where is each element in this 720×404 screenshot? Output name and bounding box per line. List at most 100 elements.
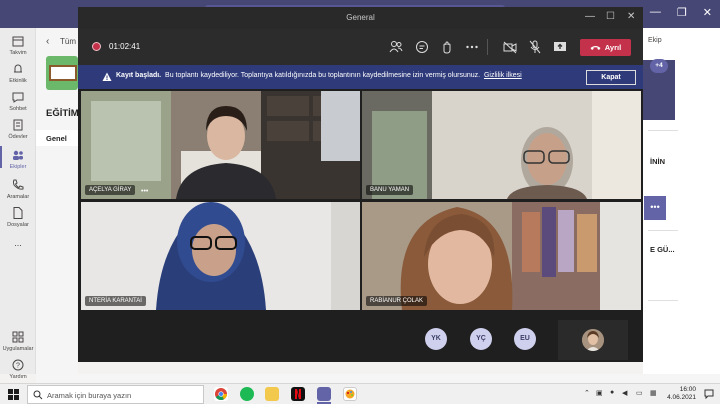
divider	[648, 130, 678, 131]
more-icon: ...	[14, 238, 22, 248]
taskbar-search[interactable]: Aramak için buraya yazın	[27, 385, 204, 404]
share-screen-icon[interactable]	[552, 39, 568, 55]
microphone-icon[interactable]: ●	[610, 389, 614, 396]
post-title: İNİN	[650, 157, 665, 166]
divider	[648, 300, 678, 301]
rail-label: Sohbet	[9, 106, 27, 112]
svg-text:?: ?	[16, 363, 20, 370]
rail-item-activity[interactable]: Etkinlik	[0, 62, 36, 84]
more-options-button[interactable]: •••	[644, 196, 666, 220]
leave-label: Ayrıl	[604, 43, 622, 52]
participant-name: NTERİA KARANTAİ	[85, 296, 146, 306]
participant-avatar[interactable]: YÇ	[470, 328, 492, 350]
taskbar-clock[interactable]: 16:00 4.06.2021	[667, 386, 696, 402]
leave-button[interactable]: Ayrıl	[580, 39, 631, 56]
spotify-icon[interactable]	[240, 387, 254, 401]
teams-app-icon[interactable]	[317, 387, 331, 404]
divider	[648, 230, 678, 231]
back-arrow-icon[interactable]: ‹	[46, 36, 49, 47]
post-title: E GÜ...	[650, 245, 675, 254]
self-view-tile[interactable]	[558, 320, 628, 360]
chat-icon	[12, 92, 24, 103]
help-icon: ?	[12, 359, 24, 371]
meeting-timer: 01:02:41	[109, 42, 141, 51]
show-hidden-icons[interactable]: ⌃	[584, 389, 590, 397]
file-explorer-icon[interactable]	[265, 387, 279, 401]
toolbar-divider	[487, 39, 488, 55]
rail-label: Uygulamalar	[2, 346, 34, 352]
participant-video	[362, 202, 641, 310]
apps-icon	[12, 331, 24, 343]
team-avatar	[46, 56, 78, 90]
participant-video-tile[interactable]: RABİANUR ÇOLAK	[362, 202, 641, 310]
channel-item-general[interactable]: Genel	[46, 134, 67, 143]
camera-off-icon[interactable]	[502, 39, 518, 55]
rail-item-apps[interactable]: Uygulamalar	[0, 330, 36, 352]
meeting-window: General — ☐ ✕ 01:02:41 Ayrıl Kayıt başla…	[78, 7, 643, 362]
rail-item-more[interactable]: ...	[0, 238, 36, 248]
reactions-icon[interactable]	[439, 39, 455, 55]
volume-icon[interactable]: ◀	[622, 389, 627, 397]
meeting-title-bar: General — ☐ ✕	[78, 7, 643, 29]
team-title: EĞİTİM	[46, 108, 79, 119]
rail-label: Dosyalar	[7, 222, 29, 228]
participant-video-tile[interactable]: BANU YAMAN	[362, 91, 641, 199]
privacy-policy-link[interactable]: Gizlilik ilkesi	[484, 72, 522, 79]
app-rail: Takvim Etkinlik Sohbet Ödevler Ekipler A…	[0, 28, 36, 380]
search-placeholder: Aramak için buraya yazın	[47, 391, 132, 400]
recording-indicator-icon	[92, 42, 101, 51]
participant-avatar[interactable]: YK	[425, 328, 447, 350]
netflix-icon[interactable]	[291, 387, 305, 401]
rail-item-assignments[interactable]: Ödevler	[0, 118, 36, 140]
microphone-off-icon[interactable]	[527, 39, 543, 55]
participant-video	[81, 91, 360, 199]
network-icon[interactable]: ▣	[596, 389, 603, 397]
search-icon	[33, 390, 43, 400]
chat-icon[interactable]	[414, 39, 430, 55]
team-link[interactable]: Ekip	[648, 37, 662, 44]
rail-label: Etkinlik	[9, 78, 27, 84]
paint-app-icon[interactable]	[343, 387, 357, 401]
rail-item-files[interactable]: Dosyalar	[0, 206, 36, 228]
participant-video-tile[interactable]: AÇELYA GİRAY •••	[81, 91, 360, 199]
bell-icon	[14, 64, 22, 73]
close-banner-button[interactable]: Kapat	[586, 70, 636, 85]
maximize-icon[interactable]: ☐	[606, 11, 615, 22]
language-icon[interactable]: ▦	[650, 389, 657, 397]
rail-item-calendar[interactable]: Takvim	[0, 34, 36, 56]
participant-more-icon[interactable]: •••	[141, 188, 148, 195]
minimize-icon[interactable]: —	[585, 11, 595, 22]
participant-avatar[interactable]: EU	[514, 328, 536, 350]
close-icon[interactable]: ✕	[703, 6, 712, 19]
participant-video-tile[interactable]: NTERİA KARANTAİ	[81, 202, 360, 310]
meeting-title: General	[346, 13, 375, 22]
rail-item-teams[interactable]: Ekipler	[0, 146, 36, 170]
rail-label: Ekipler	[9, 164, 27, 170]
taskbar: Aramak için buraya yazın ⌃ ▣ ● ◀ ▭ ▦ 16:…	[0, 383, 720, 404]
rail-label: Takvim	[9, 50, 27, 56]
more-actions-icon[interactable]	[464, 39, 480, 55]
meeting-toolbar: 01:02:41 Ayrıl	[78, 29, 643, 65]
app-window-controls: — ❐ ✕	[650, 6, 712, 19]
close-icon[interactable]: ✕	[627, 11, 635, 22]
recording-banner-text: Kayıt başladı. Bu toplantı kaydediliyor.…	[116, 72, 522, 79]
minimize-icon[interactable]: —	[650, 6, 661, 19]
maximize-icon[interactable]: ❐	[677, 6, 687, 19]
participants-icon[interactable]	[388, 39, 404, 55]
participant-name: AÇELYA GİRAY	[85, 185, 136, 195]
windows-start-icon[interactable]	[8, 389, 19, 400]
battery-icon[interactable]: ▭	[636, 389, 643, 397]
rail-item-calls[interactable]: Aramalar	[0, 178, 36, 200]
rail-item-help[interactable]: ? Yardım	[0, 358, 36, 380]
book-icon	[49, 65, 77, 81]
notification-icon[interactable]	[704, 389, 714, 399]
rail-item-chat[interactable]: Sohbet	[0, 90, 36, 112]
banner-bold-text: Kayıt başladı.	[116, 72, 162, 79]
participant-video	[362, 91, 641, 199]
app-footer	[36, 374, 720, 383]
rail-label: Aramalar	[6, 194, 30, 200]
participants-badge[interactable]: +4	[650, 59, 668, 73]
banner-message: Bu toplantı kaydediliyor. Toplantıya kat…	[165, 72, 481, 79]
clock-date: 4.06.2021	[667, 394, 696, 401]
chrome-icon[interactable]	[214, 387, 228, 401]
